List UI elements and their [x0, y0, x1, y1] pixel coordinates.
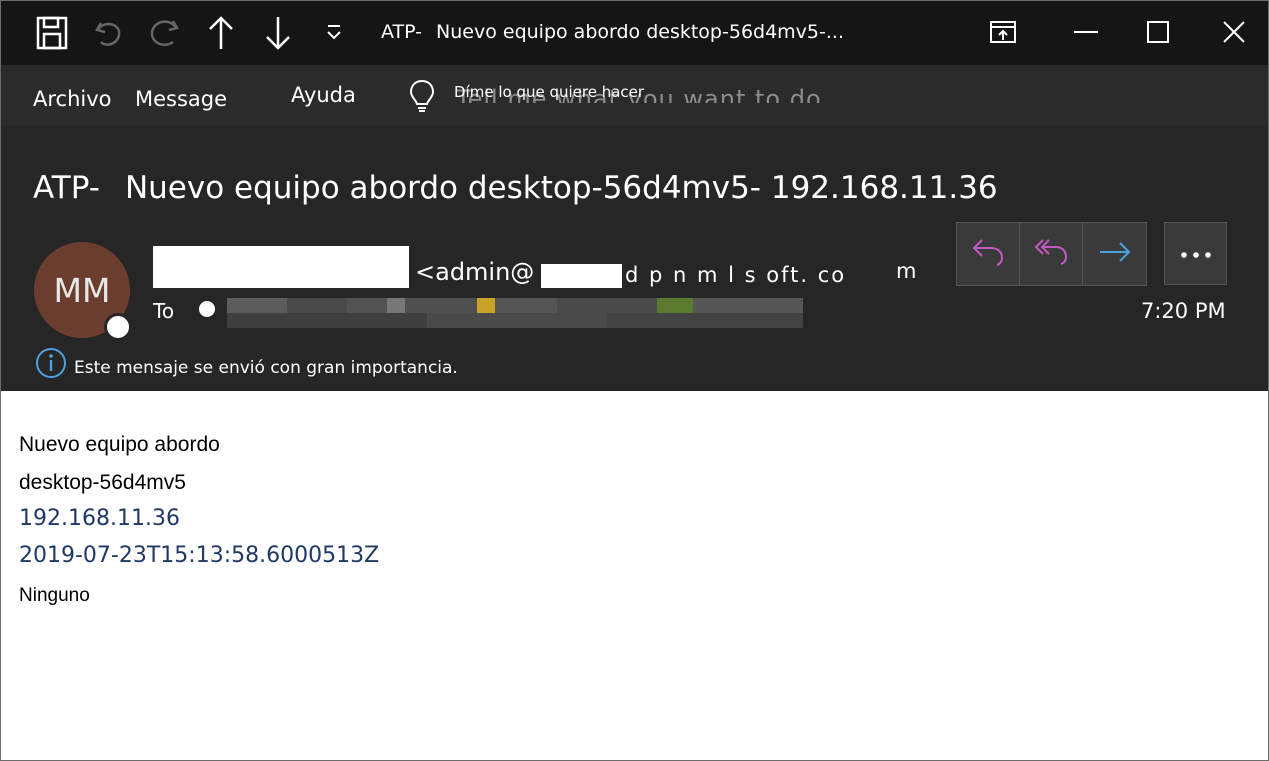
redacted-recipients: [227, 298, 803, 328]
tellme-search-input[interactable]: Díme lo que quiere hacer: [454, 83, 644, 101]
sender-email-rest[interactable]: d p n m l s oft. co: [625, 263, 846, 287]
email-window: ATP- Nuevo equipo abordo desktop-56d4mv5-…: [0, 0, 1269, 761]
redacted-email-part: [541, 264, 622, 288]
recipient-presence-icon: [199, 301, 215, 317]
next-item-icon[interactable]: [261, 13, 295, 53]
reply-button[interactable]: [957, 223, 1020, 285]
maximize-button[interactable]: [1121, 1, 1195, 63]
body-line-2: desktop-56d4mv5: [19, 471, 186, 494]
to-label: To: [153, 299, 175, 323]
previous-item-icon[interactable]: [204, 13, 238, 53]
forward-button[interactable]: [1083, 223, 1146, 285]
menu-ayuda[interactable]: Ayuda: [291, 83, 356, 107]
minimize-button[interactable]: [1049, 1, 1123, 63]
redacted-sender-name: [153, 246, 409, 288]
more-actions-button[interactable]: [1164, 222, 1227, 285]
undo-icon[interactable]: [92, 13, 126, 53]
subject-text: Nuevo equipo abordo desktop-56d4mv5- 192…: [124, 170, 998, 206]
message-header: ATP- Nuevo equipo abordo desktop-56d4mv5-…: [1, 126, 1268, 391]
more-icon: [1180, 244, 1212, 263]
forward-icon: [1098, 241, 1132, 267]
close-button[interactable]: [1197, 1, 1268, 63]
popout-icon[interactable]: [966, 1, 1040, 63]
avatar-initials: MM: [53, 270, 111, 310]
response-actions: [956, 222, 1147, 286]
body-line-1: Nuevo equipo abordo: [19, 433, 220, 456]
importance-notice: Este mensaje se envió con gran importanc…: [74, 358, 458, 378]
subject-prefix: ATP-: [33, 170, 100, 206]
message-time: 7:20 PM: [1141, 299, 1226, 323]
info-icon: [35, 347, 67, 383]
window-title-prefix: ATP-: [381, 21, 423, 43]
reply-icon: [971, 237, 1005, 271]
reply-all-button[interactable]: [1020, 223, 1083, 285]
sender-trailing-text: m: [896, 259, 917, 283]
window-title: ATP- Nuevo equipo abordo desktop-56d4mv5-…: [381, 21, 844, 43]
message-body: Nuevo equipo abordo desktop-56d4mv5 192.…: [1, 391, 1268, 760]
presence-status-icon: [104, 313, 132, 341]
body-timestamp: 2019-07-23T15:13:58.6000513Z: [19, 543, 380, 568]
lightbulb-icon[interactable]: [409, 79, 435, 117]
message-subject: ATP- Nuevo equipo abordo desktop-56d4mv5-…: [33, 170, 998, 206]
body-ip-address: 192.168.11.36: [19, 506, 180, 531]
window-title-text: Nuevo equipo abordo desktop-56d4mv5-...: [436, 21, 844, 43]
customize-toolbar-icon[interactable]: [317, 13, 351, 53]
reply-all-icon: [1034, 237, 1068, 271]
save-icon[interactable]: [35, 13, 69, 53]
body-line-5: Ninguno: [19, 585, 90, 606]
sender-email-start[interactable]: <admin@: [415, 258, 534, 286]
menu-archivo[interactable]: Archivo: [33, 87, 112, 111]
title-bar: ATP- Nuevo equipo abordo desktop-56d4mv5-…: [1, 1, 1268, 65]
redo-icon[interactable]: [147, 13, 181, 53]
menu-message[interactable]: Message: [135, 87, 227, 111]
